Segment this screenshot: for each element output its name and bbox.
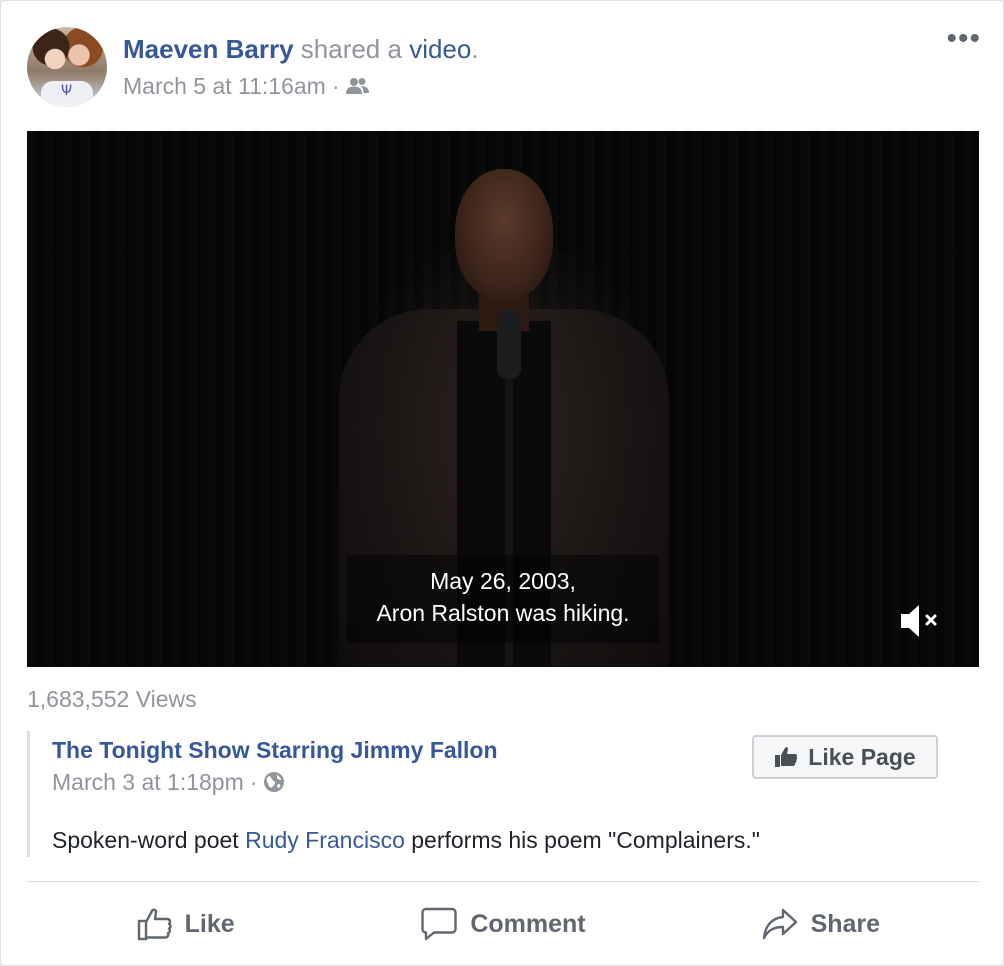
headline-suffix: . — [471, 34, 479, 64]
shared-timestamp-link[interactable]: March 3 at 1:18pm — [52, 767, 244, 797]
actions-divider — [27, 881, 979, 882]
headline-action-text: shared a — [293, 34, 410, 64]
share-arrow-icon — [761, 907, 799, 941]
view-count: 1,683,552 Views — [27, 686, 197, 712]
share-button[interactable]: Share — [662, 891, 979, 957]
speaker-muted-icon[interactable] — [897, 601, 945, 641]
author-avatar[interactable] — [27, 27, 107, 107]
video-player[interactable]: May 26, 2003, Aron Ralston was hiking. — [27, 131, 979, 667]
description-text-after: performs his poem "Complainers." — [404, 827, 760, 853]
post-meta: March 5 at 11:16am · — [123, 71, 370, 101]
post-card: Maeven Barry shared a video. March 5 at … — [0, 0, 1004, 966]
like-page-button[interactable]: Like Page — [752, 735, 938, 779]
microphone — [497, 309, 521, 379]
thumbs-up-icon — [774, 746, 798, 768]
caption-line-1: May 26, 2003, — [430, 568, 576, 594]
video-link[interactable]: video — [409, 34, 471, 64]
meta-separator: · — [331, 73, 340, 99]
friends-icon[interactable] — [345, 77, 370, 95]
post-headline: Maeven Barry shared a video. — [123, 33, 479, 65]
description-text-before: Spoken-word poet — [52, 827, 246, 853]
comment-bubble-icon — [420, 906, 458, 942]
post-options-button[interactable]: ••• — [946, 24, 981, 54]
globe-icon[interactable] — [263, 771, 285, 793]
thumbs-up-outline-icon — [137, 906, 173, 942]
like-page-label: Like Page — [808, 743, 916, 770]
comment-button[interactable]: Comment — [344, 891, 661, 957]
avatar-shirt — [41, 81, 93, 107]
post-actions: Like Comment Share — [27, 891, 979, 957]
like-label: Like — [184, 909, 235, 938]
page-name-link[interactable]: The Tonight Show Starring Jimmy Fallon — [52, 735, 498, 765]
share-label: Share — [810, 909, 881, 938]
shared-meta-separator: · — [249, 769, 258, 795]
video-caption: May 26, 2003, Aron Ralston was hiking. — [347, 555, 659, 643]
like-button[interactable]: Like — [27, 891, 344, 957]
rudy-francisco-link[interactable]: Rudy Francisco — [245, 827, 405, 853]
performer-head — [455, 169, 553, 299]
comment-label: Comment — [470, 909, 586, 938]
post-timestamp-link[interactable]: March 5 at 11:16am — [123, 71, 326, 101]
shared-post: The Tonight Show Starring Jimmy Fallon M… — [27, 731, 982, 857]
shared-meta: March 3 at 1:18pm · — [52, 767, 285, 797]
author-name-link[interactable]: Maeven Barry — [123, 34, 294, 64]
caption-line-2: Aron Ralston was hiking. — [376, 600, 630, 626]
shared-description: Spoken-word poet Rudy Francisco performs… — [52, 825, 760, 855]
